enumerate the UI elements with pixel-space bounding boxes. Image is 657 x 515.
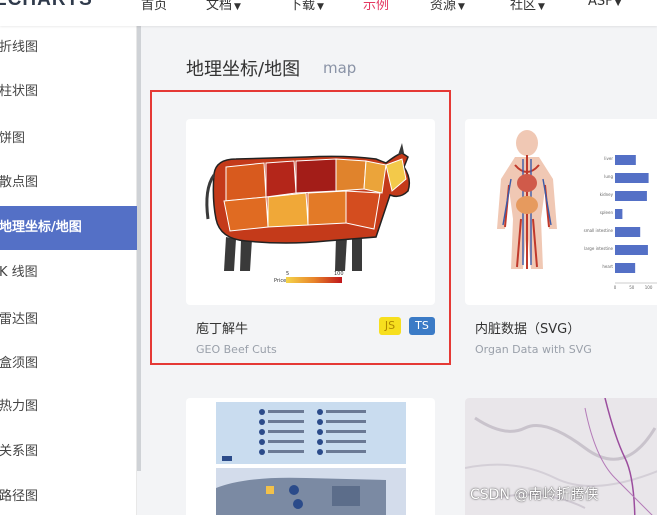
sidebar-item-label: 雷达图 <box>0 312 39 327</box>
top-nav: ECHARTS 首页 文档▼ 下载▼ 示例 资源▼ 社区▼ ASF▼ <box>0 0 657 26</box>
sidebar-item-label: 路径图 <box>0 489 39 504</box>
organ-bar <box>615 263 636 273</box>
beef-cuts-thumbnail: 5 100 Price <box>205 143 411 284</box>
organ-bar <box>615 173 649 183</box>
sidebar-item-geo-map[interactable]: 地理坐标/地图 <box>0 206 137 250</box>
nav-item-resources[interactable]: 资源 ▼ <box>430 0 465 13</box>
sidebar-item-scatter[interactable]: 散点图 <box>0 161 137 205</box>
card-title-beef-cuts[interactable]: 庖丁解牛 <box>196 318 248 337</box>
sidebar: 折线图 柱状图 饼图 散点图 地理坐标/地图 K 线图 雷达图 盒须图 热力图 … <box>0 26 137 515</box>
organ-bar <box>615 155 636 165</box>
price-gradient-legend <box>286 277 342 283</box>
caret-down-icon: ▼ <box>458 2 465 12</box>
nav-label: 文档 <box>206 0 233 13</box>
sidebar-item-label: 柱状图 <box>0 84 39 99</box>
organ-bar <box>615 245 648 255</box>
organ-label: lung <box>604 174 613 179</box>
echarts-logo[interactable]: ECHARTS <box>0 0 93 11</box>
organ-label: spleen <box>600 210 614 215</box>
organ-bar <box>615 191 647 201</box>
parking-map-thumbnail <box>216 402 406 515</box>
sidebar-item-bar[interactable]: 柱状图 <box>0 70 137 114</box>
ts-badge[interactable]: TS <box>409 317 435 335</box>
sidebar-item-heatmap[interactable]: 热力图 <box>0 385 137 429</box>
sidebar-item-boxplot[interactable]: 盒须图 <box>0 342 137 386</box>
sidebar-item-lines[interactable]: 路径图 <box>0 475 137 515</box>
nav-label: 资源 <box>430 0 457 13</box>
example-card-organ-data[interactable]: liver lung kidney spleen small intestine larg… <box>465 119 657 305</box>
sidebar-item-label: 饼图 <box>0 131 26 146</box>
legend-title: Price <box>274 278 286 284</box>
organ-data-thumbnail: liver lung kidney spleen small intestine larg… <box>497 130 657 290</box>
organ-label: heart <box>602 264 613 269</box>
caret-down-icon: ▼ <box>317 2 324 12</box>
example-card-beef-cuts[interactable]: 5 100 Price <box>186 119 435 305</box>
sidebar-item-radar[interactable]: 雷达图 <box>0 298 137 342</box>
organ-bar <box>615 209 623 219</box>
caret-down-icon: ▼ <box>538 2 545 12</box>
organ-label: kidney <box>600 192 614 197</box>
caret-down-icon: ▼ <box>614 0 622 8</box>
nav-item-asf[interactable]: ASF ▼ <box>588 0 622 9</box>
nav-label: 下载 <box>289 0 316 13</box>
caret-down-icon: ▼ <box>234 2 241 12</box>
legend-min-label: 5 <box>286 271 289 277</box>
organ-label: liver <box>604 156 613 161</box>
sidebar-item-label: 地理坐标/地图 <box>0 220 82 235</box>
nav-item-download[interactable]: 下载 ▼ <box>289 0 324 13</box>
organ-axis-tick: 0 <box>614 285 617 290</box>
organ-bar-chart: liver lung kidney spleen small intestine larg… <box>584 155 657 290</box>
card-title-organ-data[interactable]: 内脏数据（SVG） <box>475 318 580 337</box>
sidebar-item-label: 关系图 <box>0 444 39 459</box>
nav-label: 示例 <box>363 0 390 13</box>
csdn-watermark: CSDN @南岭折腾侠 <box>470 487 599 503</box>
js-badge[interactable]: JS <box>379 317 401 335</box>
sidebar-item-pie[interactable]: 饼图 <box>0 117 137 161</box>
organ-label: small intestine <box>584 228 614 233</box>
nav-label: 社区 <box>510 0 537 13</box>
nav-item-home[interactable]: 首页 <box>141 0 167 13</box>
nav-item-docs[interactable]: 文档 ▼ <box>206 0 241 13</box>
nav-label: ASF <box>588 0 613 9</box>
sidebar-scrollbar[interactable] <box>137 26 141 471</box>
organ-axis-tick: 50 <box>629 285 635 290</box>
sidebar-item-label: K 线图 <box>0 265 38 280</box>
nav-item-examples[interactable]: 示例 <box>363 0 389 13</box>
sidebar-item-line[interactable]: 折线图 <box>0 26 137 70</box>
nav-item-community[interactable]: 社区 ▼ <box>510 0 545 13</box>
sidebar-item-label: 散点图 <box>0 175 39 190</box>
card-subtitle-beef-cuts: GEO Beef Cuts <box>196 343 277 356</box>
organ-axis-tick: 100 <box>645 285 653 290</box>
example-card-parking-map[interactable] <box>186 398 435 515</box>
section-title: 地理坐标/地图 <box>186 59 301 80</box>
sidebar-item-graph[interactable]: 关系图 <box>0 430 137 474</box>
legend-max-label: 100 <box>334 271 344 277</box>
card-subtitle-organ-data: Organ Data with SVG <box>475 343 592 356</box>
organ-label: large intestine <box>584 246 613 251</box>
sidebar-item-label: 热力图 <box>0 399 39 414</box>
sidebar-item-label: 折线图 <box>0 40 39 55</box>
nav-label: 首页 <box>141 0 168 13</box>
sidebar-item-candlestick[interactable]: K 线图 <box>0 251 137 295</box>
sidebar-item-label: 盒须图 <box>0 356 39 371</box>
organ-bar <box>615 227 641 237</box>
section-subtitle: map <box>323 59 357 77</box>
